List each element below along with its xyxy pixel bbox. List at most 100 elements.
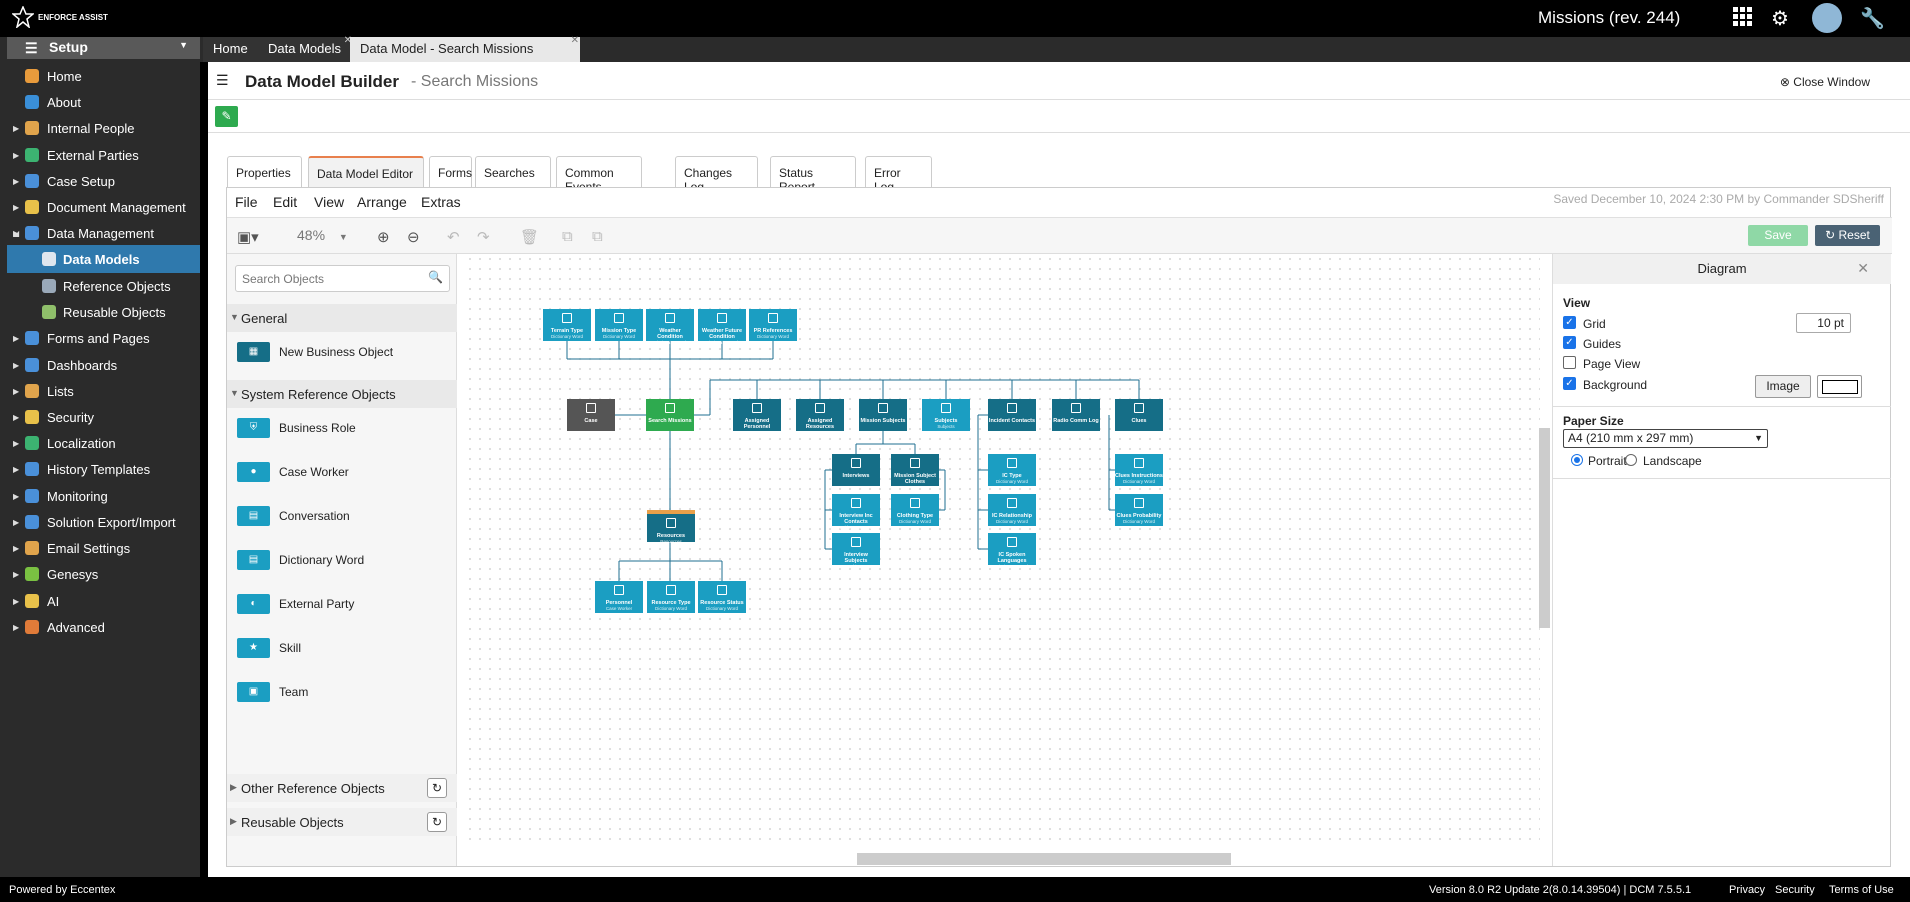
diagram-node-resource-status[interactable]: Resource Status Dictionary Word xyxy=(698,581,746,613)
grid-icon[interactable] xyxy=(1732,6,1752,32)
diagram-node-incident-contacts[interactable]: Incident Contacts xyxy=(988,399,1036,431)
tab-data-model-editor[interactable]: Data Model Editor xyxy=(308,156,424,187)
new-business-object[interactable]: ▦ New Business Object xyxy=(237,342,393,362)
menu-file[interactable]: File xyxy=(235,194,258,210)
sidebar-item-data-models[interactable]: Data Models xyxy=(7,245,200,273)
sidebar-item-monitoring[interactable]: ▶ Monitoring xyxy=(0,482,200,510)
close-icon[interactable]: ✕ xyxy=(1857,260,1869,277)
to-front-icon[interactable]: ⧉ xyxy=(562,228,573,245)
sidebar-item-internal-people[interactable]: ▶ Internal People xyxy=(0,114,200,142)
format-panel-icon[interactable]: ▣▾ xyxy=(237,228,259,246)
sidebar-item-external-parties[interactable]: ▶ External Parties xyxy=(0,141,200,169)
diagram-node-subjects[interactable]: Subjects Subjects xyxy=(922,399,970,431)
diagram-node-interview-subjects[interactable]: Interview Subjects Subjects xyxy=(832,533,880,569)
avatar[interactable] xyxy=(1812,3,1842,33)
reset-button[interactable]: ↻ Reset xyxy=(1815,225,1880,246)
diagram-node-terrain-type[interactable]: Terrain Type Dictionary Word xyxy=(543,309,591,341)
tab-status-report[interactable]: Status Report xyxy=(770,156,856,194)
diagram-node-ic-relationship[interactable]: IC Relationship Dictionary Word xyxy=(988,494,1036,526)
diagram-node-case[interactable]: Case xyxy=(567,399,615,431)
tab-home[interactable]: Home xyxy=(203,37,258,62)
tab-forms[interactable]: Forms xyxy=(429,156,472,187)
redo-icon[interactable]: ↷ xyxy=(477,228,490,246)
diagram-node-assigned-resources[interactable]: Assigned Resources xyxy=(796,399,844,431)
gear-icon[interactable]: ⚙ xyxy=(1771,6,1789,31)
sidebar-item-document-management[interactable]: ▶ Document Management xyxy=(0,193,200,221)
diagram-node-pr-references[interactable]: PR References Dictionary Word xyxy=(749,309,797,341)
sidebar-item-dashboards[interactable]: ▶ Dashboards xyxy=(0,351,200,379)
diagram-node-interview-inc-contacts[interactable]: Interview Inc Contacts Incident Contacts xyxy=(832,494,880,530)
sidebar-item-solution-export-import[interactable]: ▶ Solution Export/Import xyxy=(0,508,200,536)
object-external-party[interactable]: ◐ External Party xyxy=(237,594,354,614)
sidebar-item-home[interactable]: Home xyxy=(0,62,200,90)
object-case-worker[interactable]: ● Case Worker xyxy=(237,462,349,482)
zoom-out-icon[interactable]: ⊖ xyxy=(407,228,420,246)
tab-error-log[interactable]: Error Log xyxy=(865,156,932,194)
sidebar-item-data-management[interactable]: ▶ ◢ Data Management xyxy=(0,219,200,247)
diagram-node-personnel[interactable]: Personnel Case Worker xyxy=(595,581,643,613)
paper-size-select[interactable]: A4 (210 mm x 297 mm) ▼ xyxy=(1563,429,1768,448)
tab-common-events[interactable]: Common Events xyxy=(556,156,642,194)
sidebar-item-lists[interactable]: ▶ Lists xyxy=(0,377,200,405)
privacy-link[interactable]: Privacy xyxy=(1729,884,1765,896)
sidebar-item-case-setup[interactable]: ▶ Case Setup xyxy=(0,167,200,195)
section-reusable-objects[interactable]: ▶ Reusable Objects ↻ xyxy=(227,808,457,836)
section-general[interactable]: ▼ General xyxy=(227,304,457,332)
diagram-node-clues[interactable]: Clues xyxy=(1115,399,1163,431)
diagram-node-assigned-personnel[interactable]: Assigned Personnel xyxy=(733,399,781,431)
portrait-radio[interactable] xyxy=(1571,454,1583,466)
security-link[interactable]: Security xyxy=(1775,884,1815,896)
diagram-node-weather-condition[interactable]: Weather Condition Dictionary Word xyxy=(646,309,694,345)
to-back-icon[interactable]: ⧉ xyxy=(592,228,603,245)
diagram-node-ic-spoken-languages[interactable]: IC Spoken Languages Dictionary Word xyxy=(988,533,1036,569)
object-business-role[interactable]: ⛨ Business Role xyxy=(237,418,356,438)
refresh-icon[interactable]: ↻ xyxy=(427,812,447,832)
sidebar-item-forms-and-pages[interactable]: ▶ Forms and Pages xyxy=(0,324,200,352)
vertical-scrollbar[interactable] xyxy=(1539,428,1550,628)
object-conversation[interactable]: ▤ Conversation xyxy=(237,506,350,526)
background-checkbox[interactable]: ✓ xyxy=(1563,377,1576,390)
menu-arrange[interactable]: Arrange xyxy=(357,194,407,210)
diagram-node-clues-instructions[interactable]: Clues Instructions Dictionary Word xyxy=(1115,454,1163,486)
search-input[interactable]: Search Objects 🔍 xyxy=(235,265,450,292)
diagram-node-mission-subjects[interactable]: Mission Subjects xyxy=(859,399,907,431)
page-view-checkbox[interactable] xyxy=(1563,356,1576,369)
object-team[interactable]: ▣ Team xyxy=(237,682,308,702)
close-window-button[interactable]: ⊗ Close Window xyxy=(1780,75,1870,89)
setup-menu[interactable]: ☰ Setup ▼ xyxy=(7,37,200,59)
diagram-node-radio-comm-log[interactable]: Radio Comm Log xyxy=(1052,399,1100,431)
object-dictionary-word[interactable]: ▤ Dictionary Word xyxy=(237,550,364,570)
tab-searches[interactable]: Searches xyxy=(475,156,551,187)
menu-edit[interactable]: Edit xyxy=(273,194,297,210)
menu-view[interactable]: View xyxy=(314,194,344,210)
sidebar-item-about[interactable]: About xyxy=(0,88,200,116)
tab-properties[interactable]: Properties xyxy=(227,156,302,187)
sidebar-item-genesys[interactable]: ▶ Genesys xyxy=(0,560,200,588)
sidebar-item-ai[interactable]: ▶ AI xyxy=(0,587,200,615)
diagram-node-clues-probability[interactable]: Clues Probability Dictionary Word xyxy=(1115,494,1163,526)
sidebar-item-reusable-objects[interactable]: Reusable Objects xyxy=(0,298,200,326)
section-other-reference-objects[interactable]: ▶ Other Reference Objects ↻ xyxy=(227,774,457,802)
edit-button[interactable]: ✎ xyxy=(215,106,238,127)
terms-link[interactable]: Terms of Use xyxy=(1829,884,1894,896)
sidebar-item-reference-objects[interactable]: Reference Objects xyxy=(0,272,200,300)
wrench-icon[interactable]: 🔧 xyxy=(1860,6,1885,31)
diagram-node-weather-future-condition[interactable]: Weather Future Condition Dictionary Word xyxy=(698,309,746,345)
refresh-icon[interactable]: ↻ xyxy=(427,778,447,798)
delete-icon[interactable]: 🗑 xyxy=(520,228,539,246)
object-skill[interactable]: ★ Skill xyxy=(237,638,301,658)
zoom-select[interactable]: 48% ▼ xyxy=(297,227,348,243)
diagram-node-clothing-type[interactable]: Clothing Type Dictionary Word xyxy=(891,494,939,526)
sidebar-item-history-templates[interactable]: ▶ History Templates xyxy=(0,455,200,483)
tab-changes-log[interactable]: Changes Log xyxy=(675,156,758,194)
image-button[interactable]: Image xyxy=(1755,375,1811,398)
zoom-in-icon[interactable]: ⊕ xyxy=(377,228,390,246)
background-color-button[interactable] xyxy=(1817,375,1862,398)
save-button[interactable]: Save xyxy=(1748,225,1808,246)
sidebar-item-security[interactable]: ▶ Security xyxy=(0,403,200,431)
grid-checkbox[interactable]: ✓ xyxy=(1563,316,1576,329)
diagram-node-mission-subject-clothes[interactable]: Mission Subject Clothes xyxy=(891,454,939,486)
diagram-node-search-missions[interactable]: Search Missions xyxy=(646,399,694,431)
menu-extras[interactable]: Extras xyxy=(421,194,461,210)
diagram-node-mission-type[interactable]: Mission Type Dictionary Word xyxy=(595,309,643,341)
